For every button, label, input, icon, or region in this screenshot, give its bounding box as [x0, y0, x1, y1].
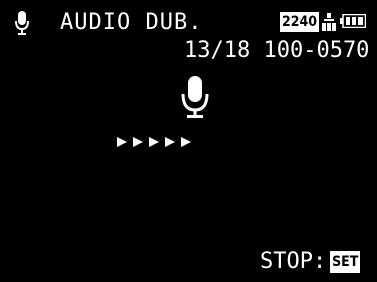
resolution-badge: 2240 — [280, 12, 320, 32]
progress-arrow — [181, 137, 191, 147]
progress-arrow — [133, 137, 143, 147]
microphone-icon — [15, 11, 29, 35]
status-bar: AUDIO DUB. 2240 — [14, 6, 366, 38]
recording-microphone-icon — [181, 76, 209, 118]
mode-label: AUDIO DUB. — [60, 10, 203, 35]
set-button[interactable]: SET — [330, 251, 361, 273]
quality-icon — [322, 13, 336, 31]
dubbing-progress — [116, 134, 196, 150]
camera-lcd-screen: AUDIO DUB. 2240 13/18 100-0570 STOP: SET — [0, 0, 377, 282]
stop-instruction: STOP: SET — [260, 249, 361, 275]
progress-arrow — [149, 137, 159, 147]
battery-icon — [340, 14, 366, 28]
progress-arrow — [165, 137, 175, 147]
frame-counter: 13/18 100-0570 — [184, 38, 370, 63]
stop-label: STOP: — [260, 249, 327, 274]
progress-arrow — [117, 137, 127, 147]
play-arrows-icon — [117, 137, 191, 147]
